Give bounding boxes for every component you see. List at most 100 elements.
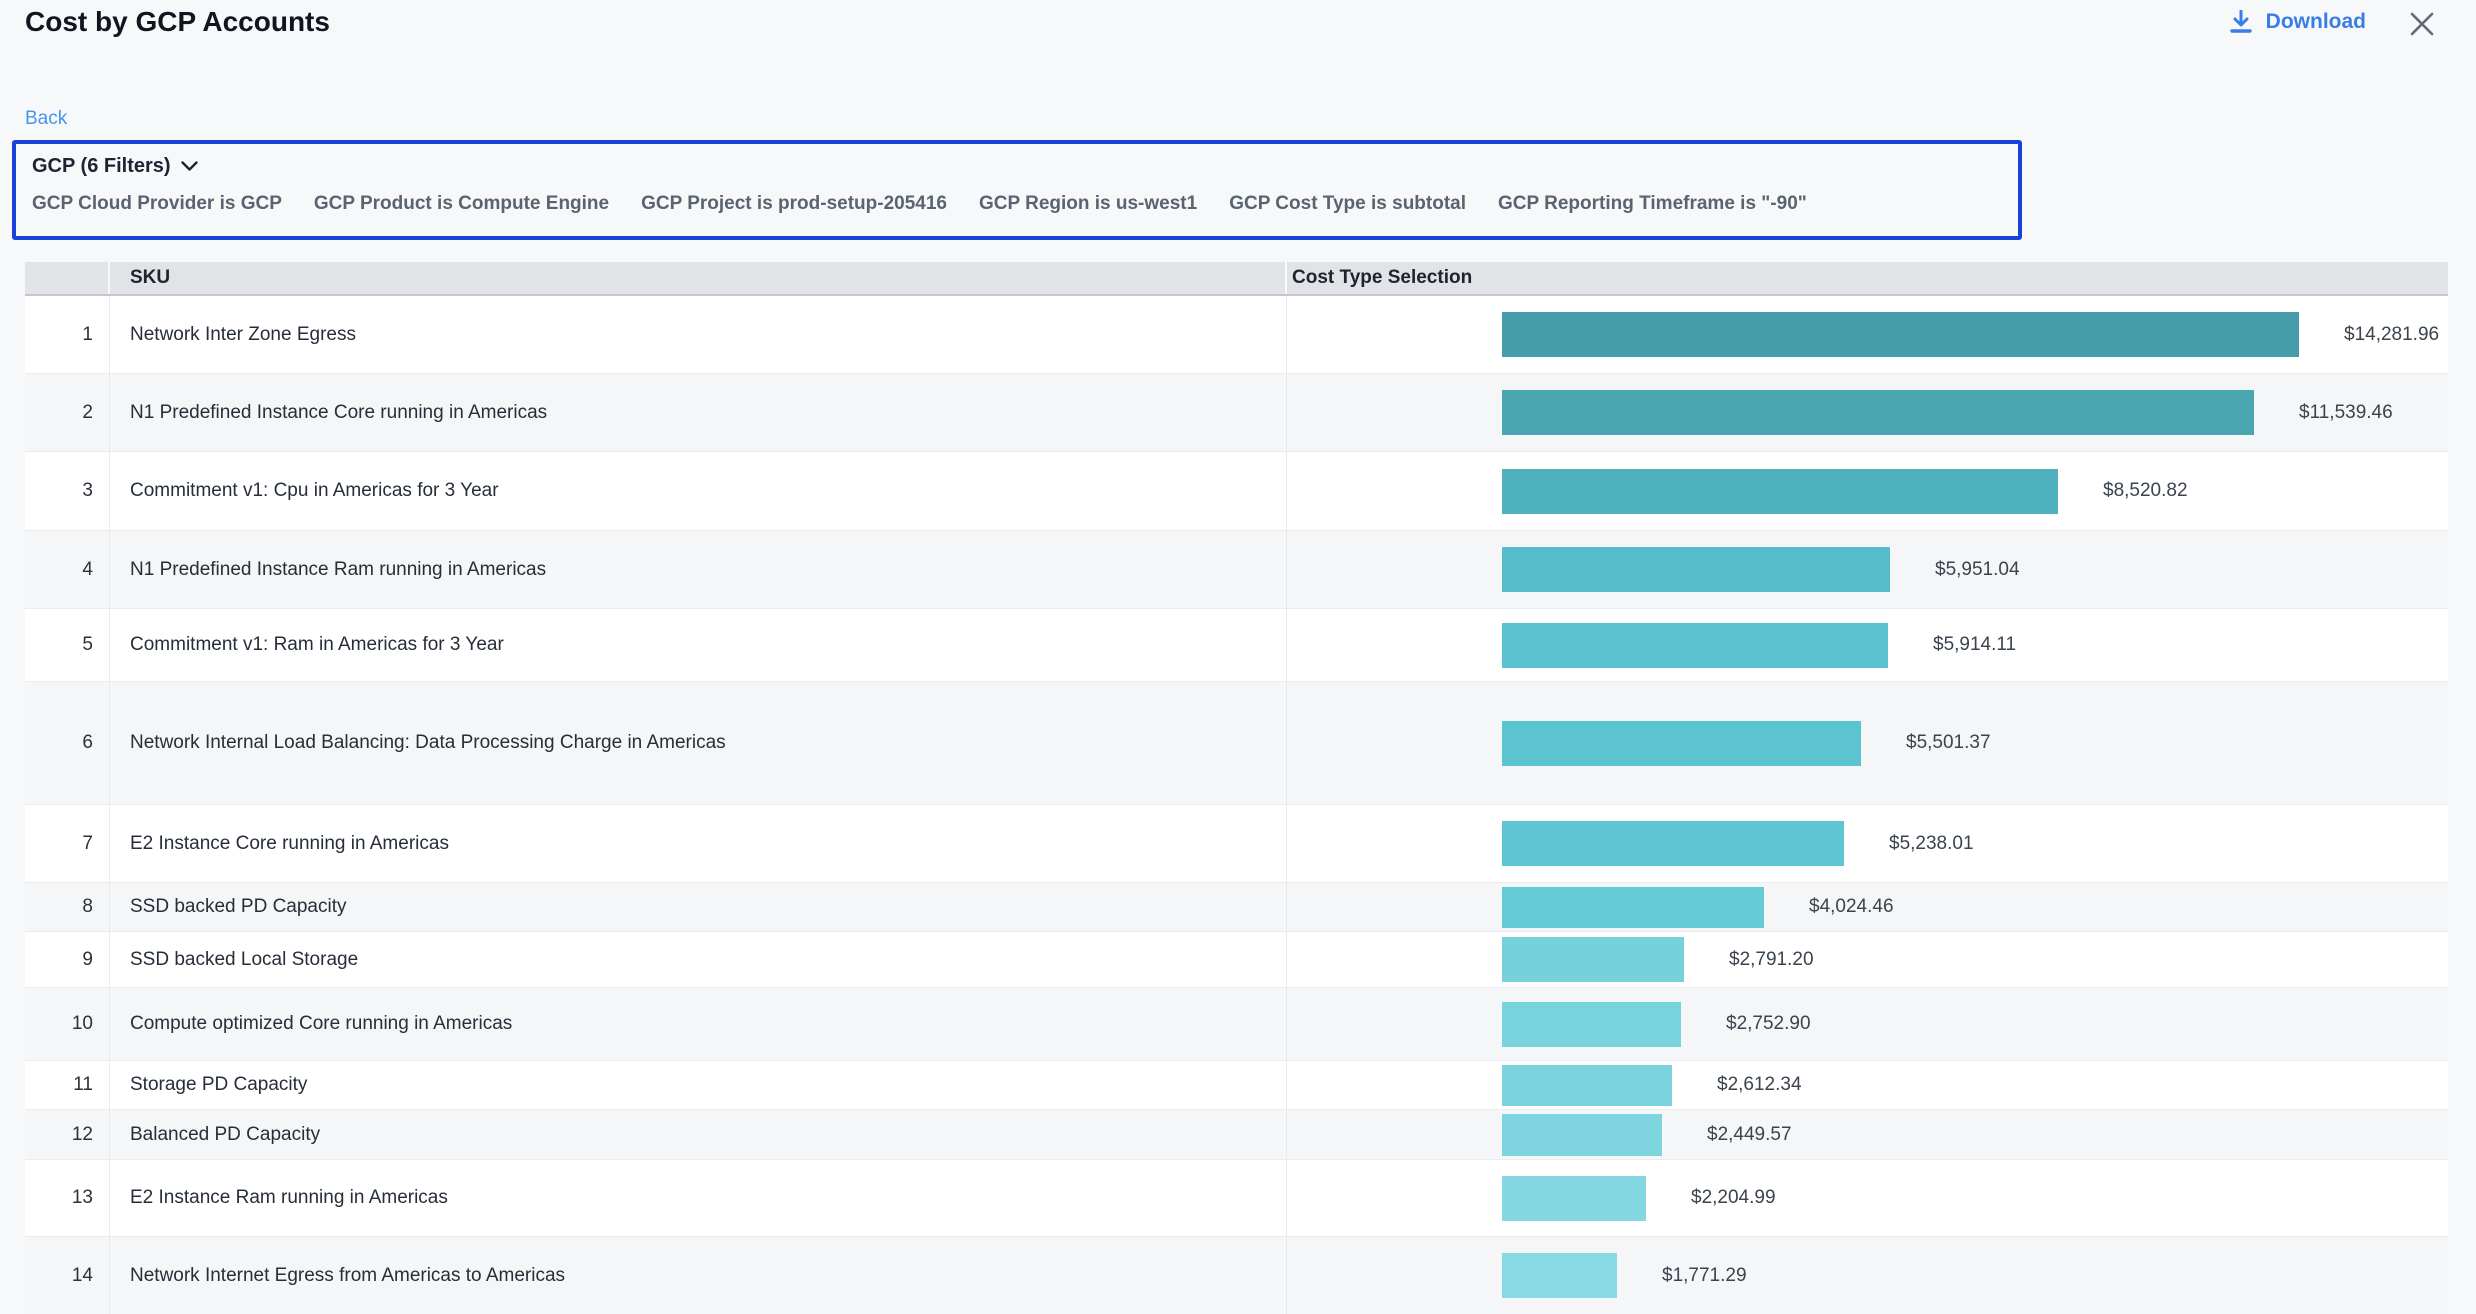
sku-cell: Network Inter Zone Egress bbox=[110, 296, 1287, 373]
cost-value-label: $14,281.96 bbox=[2344, 324, 2439, 346]
cost-type-selection-column-header[interactable]: Cost Type Selection bbox=[1287, 262, 2448, 294]
table-row[interactable]: 4N1 Predefined Instance Ram running in A… bbox=[25, 531, 2448, 609]
cost-value-label: $5,914.11 bbox=[1933, 634, 2016, 656]
filter-condition[interactable]: GCP Cloud Provider is GCP bbox=[32, 193, 282, 215]
row-number: 6 bbox=[25, 682, 110, 804]
filter-summary-label: GCP (6 Filters) bbox=[32, 155, 171, 178]
cost-bar[interactable] bbox=[1502, 623, 1888, 668]
row-number: 4 bbox=[25, 531, 110, 608]
cost-value-label: $2,449.57 bbox=[1707, 1124, 1792, 1146]
cost-value-label: $1,771.29 bbox=[1662, 1265, 1747, 1287]
back-link[interactable]: Back bbox=[25, 108, 67, 130]
cost-value-label: $5,951.04 bbox=[1935, 559, 2020, 581]
cost-value-label: $5,501.37 bbox=[1906, 732, 1991, 754]
cost-value-label: $2,752.90 bbox=[1726, 1013, 1811, 1035]
row-number: 8 bbox=[25, 883, 110, 931]
table-row[interactable]: 12Balanced PD Capacity$2,449.57 bbox=[25, 1110, 2448, 1160]
page-title: Cost by GCP Accounts bbox=[25, 6, 330, 38]
row-number: 3 bbox=[25, 452, 110, 530]
row-number: 11 bbox=[25, 1061, 110, 1109]
row-number: 2 bbox=[25, 374, 110, 451]
download-button[interactable]: Download bbox=[2230, 10, 2366, 34]
sku-cell: Balanced PD Capacity bbox=[110, 1110, 1287, 1159]
sku-cell: SSD backed Local Storage bbox=[110, 932, 1287, 987]
cost-value-label: $11,539.46 bbox=[2299, 402, 2393, 424]
table-row[interactable]: 13E2 Instance Ram running in Americas$2,… bbox=[25, 1160, 2448, 1237]
sku-cell: Commitment v1: Cpu in Americas for 3 Yea… bbox=[110, 452, 1287, 530]
cost-bar[interactable] bbox=[1502, 1065, 1672, 1106]
sku-cell: SSD backed PD Capacity bbox=[110, 883, 1287, 931]
cost-table: SKU Cost Type Selection 1Network Inter Z… bbox=[25, 262, 2448, 1314]
table-row[interactable]: 14Network Internet Egress from Americas … bbox=[25, 1237, 2448, 1314]
bar-cell: $1,771.29 bbox=[1287, 1237, 2448, 1314]
sku-cell: Commitment v1: Ram in Americas for 3 Yea… bbox=[110, 609, 1287, 681]
bar-cell: $2,449.57 bbox=[1287, 1110, 2448, 1159]
row-number: 14 bbox=[25, 1237, 110, 1314]
bar-cell: $5,501.37 bbox=[1287, 682, 2448, 804]
table-row[interactable]: 10Compute optimized Core running in Amer… bbox=[25, 988, 2448, 1061]
filter-condition[interactable]: GCP Project is prod-setup-205416 bbox=[641, 193, 947, 215]
row-number: 5 bbox=[25, 609, 110, 681]
sku-cell: Network Internet Egress from Americas to… bbox=[110, 1237, 1287, 1314]
cost-value-label: $2,791.20 bbox=[1729, 949, 1814, 971]
cost-bar[interactable] bbox=[1502, 887, 1764, 928]
table-row[interactable]: 6Network Internal Load Balancing: Data P… bbox=[25, 682, 2448, 805]
row-number-column-header bbox=[25, 262, 110, 294]
sku-cell: Compute optimized Core running in Americ… bbox=[110, 988, 1287, 1060]
table-row[interactable]: 7E2 Instance Core running in Americas $5,… bbox=[25, 805, 2448, 883]
download-label: Download bbox=[2266, 10, 2366, 34]
cost-value-label: $4,024.46 bbox=[1809, 896, 1894, 918]
table-row[interactable]: 9SSD backed Local Storage $2,791.20 bbox=[25, 932, 2448, 988]
table-row[interactable]: 3Commitment v1: Cpu in Americas for 3 Ye… bbox=[25, 452, 2448, 531]
cost-value-label: $2,204.99 bbox=[1691, 1187, 1776, 1209]
filter-condition[interactable]: GCP Product is Compute Engine bbox=[314, 193, 609, 215]
chevron-down-icon bbox=[181, 161, 198, 172]
close-icon[interactable] bbox=[2406, 8, 2438, 40]
sku-cell: Network Internal Load Balancing: Data Pr… bbox=[110, 682, 1287, 804]
table-body: 1Network Inter Zone Egress$14,281.962N1 … bbox=[25, 296, 2448, 1314]
table-header-row: SKU Cost Type Selection bbox=[25, 262, 2448, 296]
bar-cell: $4,024.46 bbox=[1287, 883, 2448, 931]
filter-panel: GCP (6 Filters) GCP Cloud Provider is GC… bbox=[12, 140, 2022, 240]
cost-by-gcp-accounts-panel: Cost by GCP Accounts Download Back GCP (… bbox=[0, 0, 2476, 1314]
bar-cell: $5,914.11 bbox=[1287, 609, 2448, 681]
sku-cell: E2 Instance Ram running in Americas bbox=[110, 1160, 1287, 1236]
filter-list: GCP Cloud Provider is GCP GCP Product is … bbox=[32, 193, 2018, 215]
cost-value-label: $5,238.01 bbox=[1889, 833, 1974, 855]
bar-cell: $2,204.99 bbox=[1287, 1160, 2448, 1236]
table-row[interactable]: 5Commitment v1: Ram in Americas for 3 Ye… bbox=[25, 609, 2448, 682]
cost-bar[interactable] bbox=[1502, 721, 1861, 766]
row-number: 7 bbox=[25, 805, 110, 882]
row-number: 9 bbox=[25, 932, 110, 987]
bar-cell: $14,281.96 bbox=[1287, 296, 2448, 373]
bar-cell: $2,791.20 bbox=[1287, 932, 2448, 987]
filter-condition[interactable]: GCP Cost Type is subtotal bbox=[1229, 193, 1466, 215]
filter-summary-dropdown[interactable]: GCP (6 Filters) bbox=[32, 155, 198, 178]
cost-bar[interactable] bbox=[1502, 469, 2058, 514]
sku-cell: N1 Predefined Instance Core running in A… bbox=[110, 374, 1287, 451]
sku-cell: N1 Predefined Instance Ram running in Am… bbox=[110, 531, 1287, 608]
cost-bar[interactable] bbox=[1502, 1176, 1646, 1221]
cost-bar[interactable] bbox=[1502, 1114, 1662, 1156]
cost-value-label: $8,520.82 bbox=[2103, 480, 2188, 502]
table-row[interactable]: 1Network Inter Zone Egress $14,281.96 bbox=[25, 296, 2448, 374]
row-number: 1 bbox=[25, 296, 110, 373]
cost-bar[interactable] bbox=[1502, 1253, 1617, 1298]
filter-condition[interactable]: GCP Reporting Timeframe is "-90" bbox=[1498, 193, 1807, 215]
cost-bar[interactable] bbox=[1502, 312, 2299, 357]
download-icon bbox=[2230, 10, 2252, 34]
bar-cell: $11,539.46 bbox=[1287, 374, 2448, 451]
cost-bar[interactable] bbox=[1502, 937, 1684, 982]
sku-column-header[interactable]: SKU bbox=[110, 262, 1287, 294]
filter-condition[interactable]: GCP Region is us-west1 bbox=[979, 193, 1197, 215]
cost-bar[interactable] bbox=[1502, 390, 2254, 435]
sku-cell: E2 Instance Core running in Americas bbox=[110, 805, 1287, 882]
cost-bar[interactable] bbox=[1502, 1002, 1681, 1047]
cost-bar[interactable] bbox=[1502, 547, 1890, 592]
table-row[interactable]: 2N1 Predefined Instance Core running in … bbox=[25, 374, 2448, 452]
table-row[interactable]: 8SSD backed PD Capacity $4,024.46 bbox=[25, 883, 2448, 932]
table-row[interactable]: 11Storage PD Capacity$2,612.34 bbox=[25, 1061, 2448, 1110]
cost-bar[interactable] bbox=[1502, 821, 1844, 866]
bar-cell: $5,951.04 bbox=[1287, 531, 2448, 608]
cost-value-label: $2,612.34 bbox=[1717, 1074, 1802, 1096]
